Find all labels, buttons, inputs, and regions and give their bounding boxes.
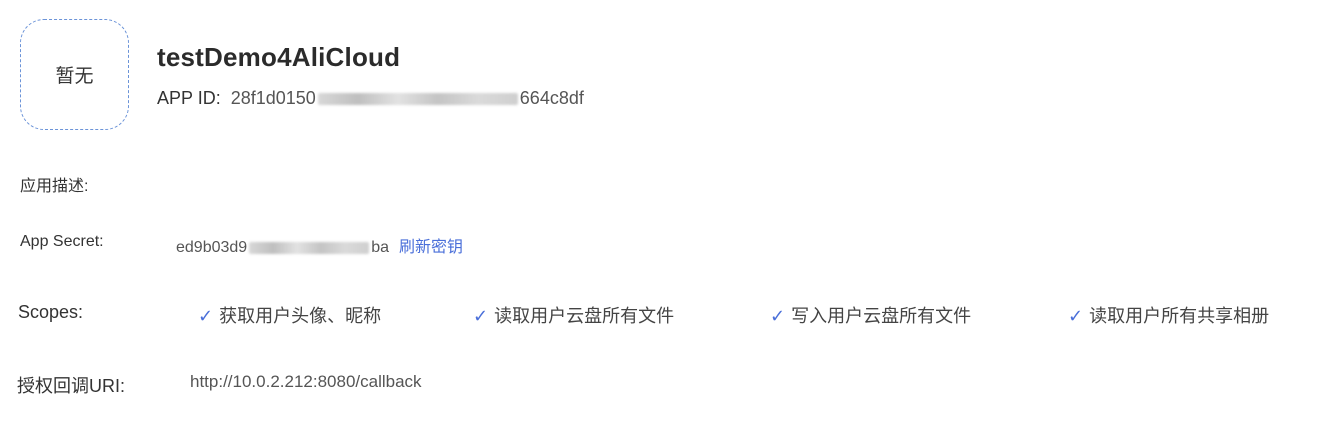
app-id-redaction bbox=[317, 93, 518, 106]
description-label: 应用描述: bbox=[20, 178, 89, 195]
app-id-row: APP ID: 28f1d0150 664c8df bbox=[157, 88, 584, 109]
app-secret-label: App Secret: bbox=[20, 233, 104, 250]
app-id-value-start: 28f1d0150 bbox=[230, 88, 316, 108]
app-secret-row: ed9b03d9 ba 刷新密钥 bbox=[176, 233, 463, 257]
check-icon: ✓ bbox=[770, 306, 786, 326]
app-secret-value-end: ba bbox=[371, 239, 389, 256]
scope-item-label: 读取用户云盘所有文件 bbox=[494, 306, 675, 326]
scopes-label: Scopes: bbox=[18, 302, 84, 322]
app-secret-redaction bbox=[249, 241, 370, 254]
scope-item-label: 写入用户云盘所有文件 bbox=[791, 306, 972, 326]
app-id-value-end: 664c8df bbox=[519, 88, 584, 108]
scope-item-read-shared-albums: ✓ 读取用户所有共享相册 bbox=[1068, 302, 1269, 328]
scope-item-write-drive-files: ✓ 写入用户云盘所有文件 bbox=[770, 302, 971, 328]
scope-item-label: 获取用户头像、昵称 bbox=[219, 306, 382, 326]
callback-uri-label: 授权回调URI: bbox=[17, 376, 125, 396]
check-icon: ✓ bbox=[198, 306, 214, 326]
check-icon: ✓ bbox=[1068, 306, 1084, 326]
app-secret-value-start: ed9b03d9 bbox=[176, 239, 248, 256]
avatar-placeholder-text: 暂无 bbox=[55, 66, 94, 87]
app-avatar-placeholder[interactable]: 暂无 bbox=[20, 19, 129, 130]
callback-uri-value: http://10.0.2.212:8080/callback bbox=[190, 372, 422, 391]
app-name: testDemo4AliCloud bbox=[157, 42, 401, 72]
scope-item-label: 读取用户所有共享相册 bbox=[1089, 306, 1270, 326]
scope-item-avatar-nickname: ✓ 获取用户头像、昵称 bbox=[198, 302, 381, 328]
app-id-value: 28f1d0150 664c8df bbox=[231, 88, 584, 108]
refresh-secret-link[interactable]: 刷新密钥 bbox=[399, 239, 463, 256]
app-id-label: APP ID: bbox=[157, 88, 221, 108]
scope-item-read-drive-files: ✓ 读取用户云盘所有文件 bbox=[473, 302, 674, 328]
check-icon: ✓ bbox=[473, 306, 489, 326]
